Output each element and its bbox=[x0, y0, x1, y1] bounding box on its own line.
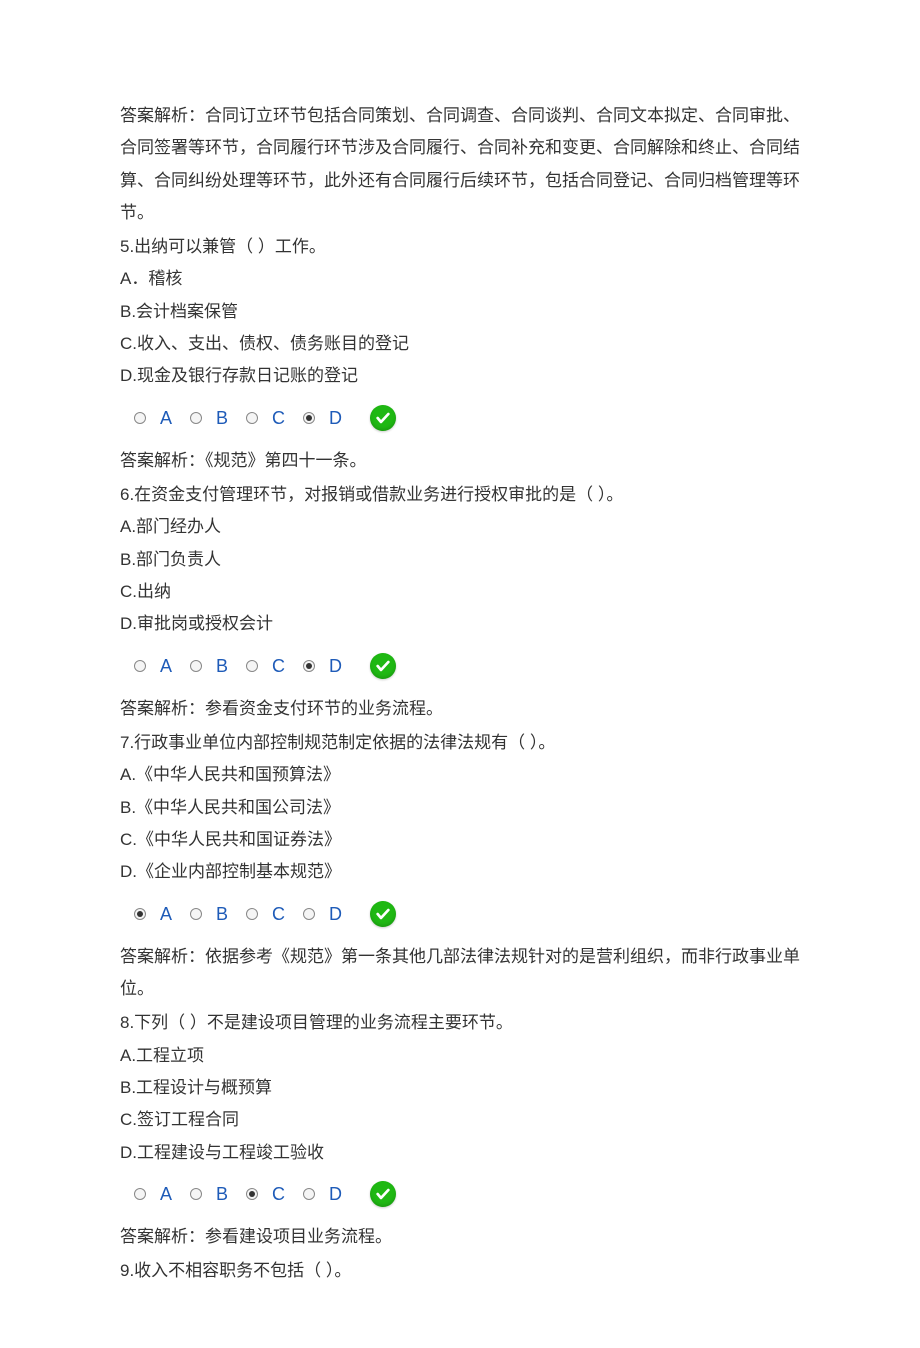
q6-label-B: B bbox=[216, 649, 228, 683]
q8-optD: D.工程建设与工程竣工验收 bbox=[120, 1137, 800, 1169]
q7-radio-A[interactable] bbox=[134, 908, 146, 920]
q7-optC: C.《中华人民共和国证券法》 bbox=[120, 824, 800, 856]
q5-optD: D.现金及银行存款日记账的登记 bbox=[120, 360, 800, 392]
q6-radio-D[interactable] bbox=[303, 660, 315, 672]
q5-text: 5.出纳可以兼管（ ）工作。 bbox=[120, 231, 800, 263]
q5-label-A: A bbox=[160, 401, 172, 435]
correct-check-icon bbox=[370, 901, 396, 927]
q6-label-A: A bbox=[160, 649, 172, 683]
q5-radio-C[interactable] bbox=[246, 412, 258, 424]
q5-label-B: B bbox=[216, 401, 228, 435]
q8-label-D: D bbox=[329, 1177, 342, 1211]
q5-radio-A[interactable] bbox=[134, 412, 146, 424]
q6-text: 6.在资金支付管理环节，对报销或借款业务进行授权审批的是（ ）。 bbox=[120, 479, 800, 511]
q6-radio-B[interactable] bbox=[190, 660, 202, 672]
q7-answer-row: A B C D bbox=[134, 897, 800, 931]
q5-explanation: 答案解析：《规范》第四十一条。 bbox=[120, 445, 800, 477]
q5-radio-B[interactable] bbox=[190, 412, 202, 424]
q6-optA: A.部门经办人 bbox=[120, 511, 800, 543]
q8-label-B: B bbox=[216, 1177, 228, 1211]
q6-radio-A[interactable] bbox=[134, 660, 146, 672]
q8-label-C: C bbox=[272, 1177, 285, 1211]
q7-text: 7.行政事业单位内部控制规范制定依据的法律法规有（ ）。 bbox=[120, 727, 800, 759]
q7-radio-D[interactable] bbox=[303, 908, 315, 920]
q5-optA: A．稽核 bbox=[120, 263, 800, 295]
q6-label-C: C bbox=[272, 649, 285, 683]
q8-optC: C.签订工程合同 bbox=[120, 1104, 800, 1136]
correct-check-icon bbox=[370, 405, 396, 431]
q7-label-A: A bbox=[160, 897, 172, 931]
q8-answer-row: A B C D bbox=[134, 1177, 800, 1211]
q6-optD: D.审批岗或授权会计 bbox=[120, 608, 800, 640]
q7-radio-C[interactable] bbox=[246, 908, 258, 920]
q5-radio-D[interactable] bbox=[303, 412, 315, 424]
q8-radio-C[interactable] bbox=[246, 1188, 258, 1200]
q5-optC: C.收入、支出、债权、债务账目的登记 bbox=[120, 328, 800, 360]
q5-label-D: D bbox=[329, 401, 342, 435]
q6-optC: C.出纳 bbox=[120, 576, 800, 608]
q6-optB: B.部门负责人 bbox=[120, 544, 800, 576]
q7-explanation: 答案解析：依据参考《规范》第一条其他几部法律法规针对的是营利组织，而非行政事业单… bbox=[120, 941, 800, 1006]
q8-radio-B[interactable] bbox=[190, 1188, 202, 1200]
q7-label-B: B bbox=[216, 897, 228, 931]
q8-radio-D[interactable] bbox=[303, 1188, 315, 1200]
q7-radio-B[interactable] bbox=[190, 908, 202, 920]
correct-check-icon bbox=[370, 1181, 396, 1207]
q8-label-A: A bbox=[160, 1177, 172, 1211]
q9-text: 9.收入不相容职务不包括（ ）。 bbox=[120, 1255, 800, 1287]
q7-optA: A.《中华人民共和国预算法》 bbox=[120, 759, 800, 791]
q6-label-D: D bbox=[329, 649, 342, 683]
q8-radio-A[interactable] bbox=[134, 1188, 146, 1200]
q8-explanation: 答案解析：参看建设项目业务流程。 bbox=[120, 1221, 800, 1253]
q5-answer-row: A B C D bbox=[134, 401, 800, 435]
q8-text: 8.下列（ ）不是建设项目管理的业务流程主要环节。 bbox=[120, 1007, 800, 1039]
q5-label-C: C bbox=[272, 401, 285, 435]
q7-optD: D.《企业内部控制基本规范》 bbox=[120, 856, 800, 888]
correct-check-icon bbox=[370, 653, 396, 679]
q6-explanation: 答案解析：参看资金支付环节的业务流程。 bbox=[120, 693, 800, 725]
q5-optB: B.会计档案保管 bbox=[120, 296, 800, 328]
q6-radio-C[interactable] bbox=[246, 660, 258, 672]
q7-label-C: C bbox=[272, 897, 285, 931]
q7-label-D: D bbox=[329, 897, 342, 931]
q4-explanation: 答案解析：合同订立环节包括合同策划、合同调查、合同谈判、合同文本拟定、合同审批、… bbox=[120, 100, 800, 229]
q8-optA: A.工程立项 bbox=[120, 1040, 800, 1072]
q6-answer-row: A B C D bbox=[134, 649, 800, 683]
q8-optB: B.工程设计与概预算 bbox=[120, 1072, 800, 1104]
q7-optB: B.《中华人民共和国公司法》 bbox=[120, 792, 800, 824]
